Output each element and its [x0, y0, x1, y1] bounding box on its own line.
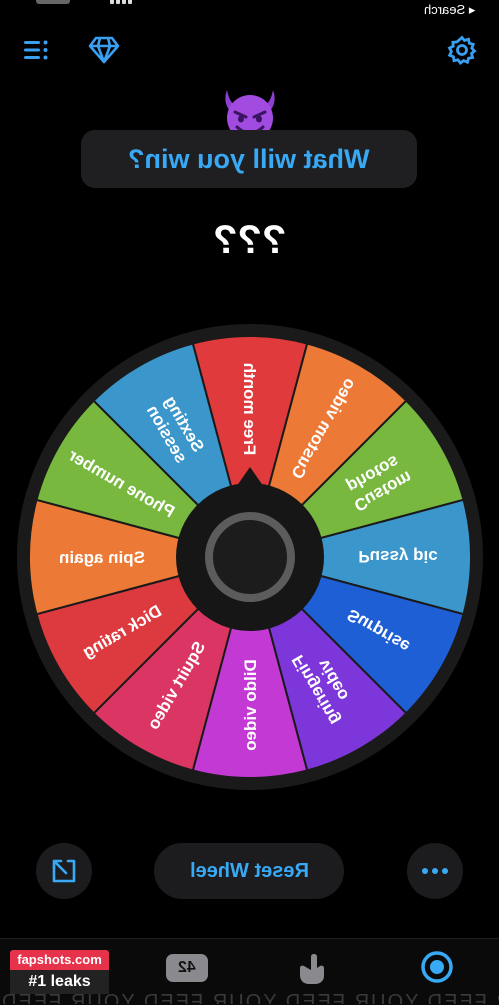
diamond-icon[interactable]: [88, 34, 120, 66]
reset-label: Reset Wheel: [189, 859, 309, 882]
watermark-top: fapshots.com: [10, 950, 109, 970]
spin-button[interactable]: [205, 512, 295, 602]
share-button[interactable]: [36, 843, 92, 899]
share-icon: [52, 859, 76, 883]
gear-icon[interactable]: [446, 34, 478, 66]
wheel-segment-label: Free month: [240, 363, 259, 456]
title-pill: What will you win?: [81, 130, 417, 188]
tab-count-badge[interactable]: 42: [166, 954, 208, 982]
signal-icon: [110, 0, 134, 4]
back-to-search[interactable]: ◂ Search: [424, 2, 475, 18]
target-icon[interactable]: [420, 950, 454, 984]
result-value: ???: [212, 218, 287, 262]
reset-wheel-button[interactable]: Reset Wheel: [154, 843, 344, 899]
feed-banner-value: YOUR FEED YOUR FEED YOUR FEED YOUR FEED: [0, 991, 499, 1004]
prize-wheel[interactable]: Free month Custom videoCustomphotosPussy …: [15, 322, 485, 792]
result-text: ???: [0, 218, 499, 263]
wheel-segment-label: Dildo video: [241, 659, 260, 751]
wheel-segment-label: Spin again: [59, 548, 145, 567]
more-icon: [422, 868, 448, 874]
wheel-segment-label: Pussy pic: [358, 547, 437, 566]
hand-icon[interactable]: [294, 950, 330, 986]
more-button[interactable]: [407, 843, 463, 899]
feed-banner-text: YOUR FEED YOUR FEED YOUR FEED YOUR FEED: [0, 988, 499, 1004]
list-icon[interactable]: [20, 34, 52, 66]
badge-value: 42: [178, 959, 196, 976]
status-bar: ◂ Search: [0, 0, 499, 20]
battery-icon: [36, 0, 70, 4]
back-label: Search: [423, 2, 465, 17]
wheel-title: What will you win?: [128, 143, 370, 174]
